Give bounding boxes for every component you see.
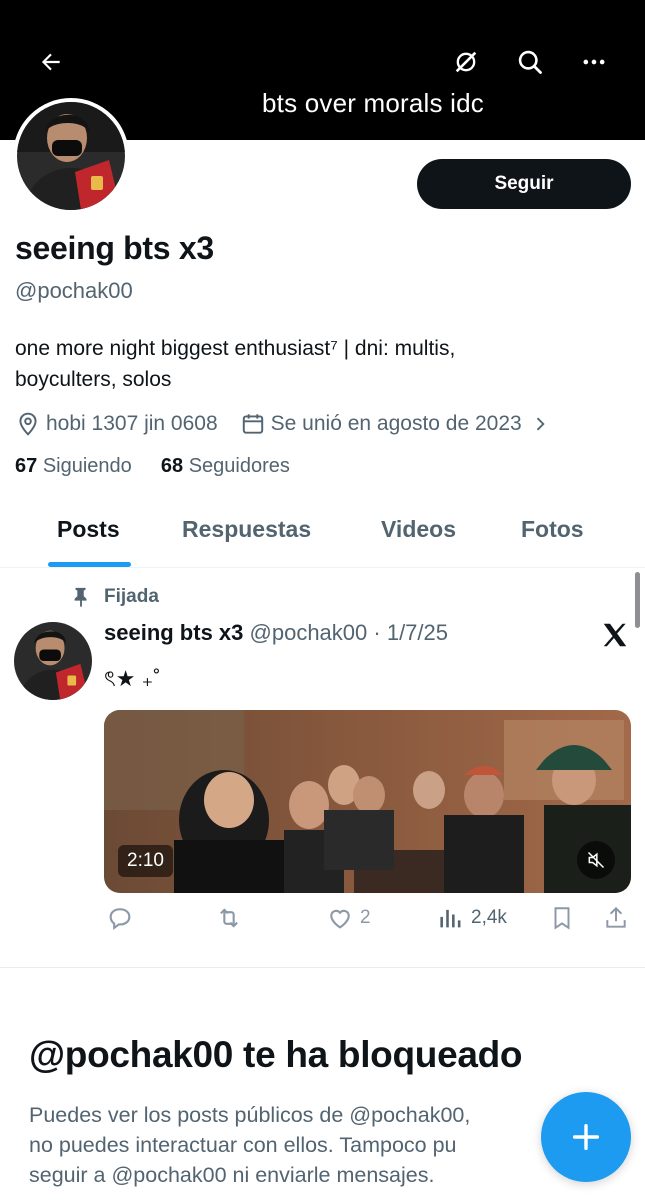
search-icon [518, 50, 542, 74]
active-tab-indicator [48, 562, 131, 567]
blocked-line: no puedes interactuar con ellos. Tampoco… [29, 1133, 457, 1157]
profile-avatar[interactable] [13, 98, 129, 214]
bio-line: boyculters, solos [15, 368, 172, 391]
scrollbar[interactable] [635, 572, 640, 628]
follow-button[interactable]: Seguir [417, 159, 631, 209]
post-header: seeing bts x3 @pochak00 · 1/7/25 [104, 620, 448, 646]
repost-button[interactable] [215, 904, 249, 932]
bio-line: one more night biggest enthusiast⁷ | dni… [15, 337, 456, 360]
blocked-title: @pochak00 te ha bloqueado [29, 1034, 523, 1075]
share-icon [603, 904, 631, 932]
profile-display-name: seeing bts x3 [15, 230, 214, 266]
pinned-label: Fijada [104, 586, 159, 607]
heart-icon [326, 904, 354, 932]
divider [0, 967, 645, 968]
mute-button[interactable] [577, 841, 615, 879]
view-count: 2,4k [471, 907, 507, 928]
bookmark-button[interactable] [549, 904, 583, 932]
profile-joined-date[interactable]: Se unió en agosto de 2023 [271, 412, 522, 436]
location-pin-icon [15, 411, 41, 437]
post-text: ৎ★ ₊˚ [104, 666, 161, 691]
more-button[interactable] [570, 38, 618, 86]
followers-label: Seguidores [188, 455, 290, 477]
following-label: Siguiendo [42, 455, 132, 477]
profile-bio: one more night biggest enthusiast⁷ | dni… [15, 333, 625, 395]
profile-tabs: Posts Respuestas Videos Fotos [0, 500, 645, 568]
calendar-icon [240, 411, 266, 437]
compose-button[interactable] [541, 1092, 631, 1182]
reply-button[interactable] [106, 904, 140, 932]
profile-handle: @pochak00 [15, 278, 133, 303]
repost-icon [215, 904, 243, 932]
profile-meta: hobi 1307 jin 0608 Se unió en agosto de … [15, 408, 550, 440]
following-count: 67 [15, 455, 38, 477]
post-author-avatar[interactable] [14, 622, 92, 700]
post-actions: 2 2,4k [0, 904, 645, 940]
share-button[interactable] [603, 904, 637, 932]
video-duration: 2:10 [118, 845, 173, 877]
views-button[interactable]: 2,4k [437, 904, 507, 932]
more-icon [583, 59, 605, 65]
pin-icon [70, 586, 92, 608]
tab-fotos[interactable]: Fotos [521, 516, 584, 543]
followers-link[interactable]: 68 Seguidores [161, 455, 290, 477]
back-arrow-icon [41, 53, 60, 71]
search-button[interactable] [506, 38, 554, 86]
reply-icon [106, 904, 134, 932]
grok-button[interactable] [442, 38, 490, 86]
bookmark-icon [549, 904, 577, 932]
followers-count: 68 [160, 455, 184, 477]
back-button[interactable] [27, 38, 75, 86]
like-count: 2 [360, 907, 371, 928]
speaker-muted-icon [587, 851, 605, 869]
blocked-line: Puedes ver los posts públicos de @pochak… [29, 1103, 471, 1127]
plus-icon [572, 1123, 600, 1151]
blocked-line: seguir a @pochak00 ni enviarle mensajes. [29, 1163, 435, 1187]
profile-location: hobi 1307 jin 0608 [46, 412, 218, 435]
post-video[interactable] [104, 710, 631, 893]
blocked-message: Puedes ver los posts públicos de @pochak… [29, 1100, 629, 1192]
views-chart-icon [437, 904, 465, 932]
post-date[interactable]: · 1/7/25 [373, 620, 448, 645]
pinned-indicator: Fijada [70, 586, 159, 608]
chevron-right-icon[interactable] [530, 413, 550, 435]
post-author-handle: @pochak00 [249, 620, 368, 645]
tab-posts[interactable]: Posts [57, 516, 120, 543]
banner-title: bts over morals idc [262, 88, 484, 118]
post-author-name[interactable]: seeing bts x3 [104, 620, 243, 645]
follow-stats: 67 Siguiendo 68 Seguidores [15, 455, 290, 478]
tab-respuestas[interactable]: Respuestas [182, 516, 311, 543]
no-connection-icon [455, 51, 477, 73]
x-logo-icon [600, 620, 630, 650]
like-button[interactable]: 2 [326, 904, 371, 932]
following-link[interactable]: 67 Siguiendo [15, 455, 132, 477]
tab-videos[interactable]: Videos [381, 516, 456, 543]
